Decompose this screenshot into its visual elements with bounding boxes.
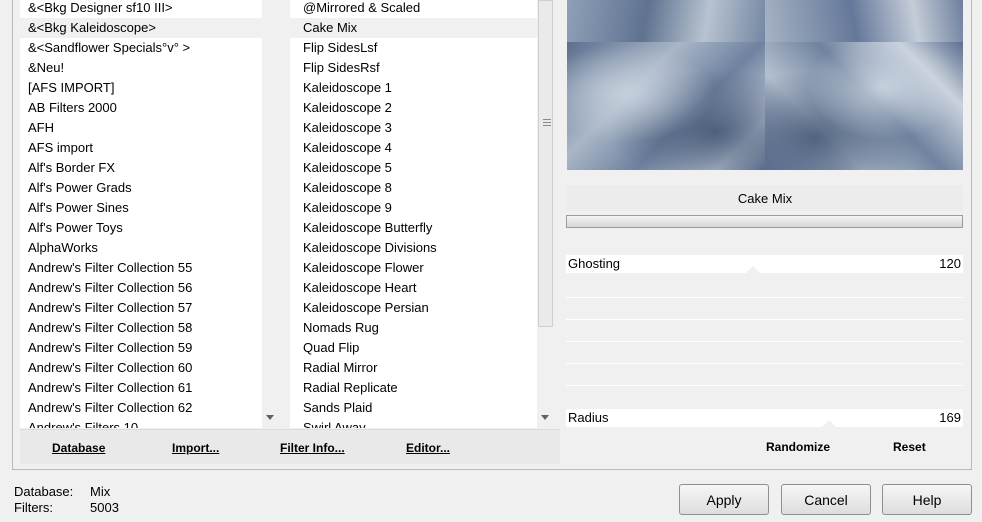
scroll-down-arrow-icon[interactable] (266, 415, 274, 420)
filter-list-item[interactable]: Kaleidoscope 9 (290, 198, 538, 218)
database-status-value: Mix (90, 484, 111, 499)
category-list-item[interactable]: Alf's Power Grads (20, 178, 262, 198)
ghosting-label: Ghosting (568, 256, 621, 271)
preview-tile (765, 42, 963, 170)
parameter-toolbar: Randomize Reset (566, 429, 963, 463)
filter-list-item[interactable]: Flip SidesLsf (290, 38, 538, 58)
parameter-panel: Ghosting 120 Radius 169 (566, 233, 963, 429)
category-list-item[interactable]: AB Filters 2000 (20, 98, 262, 118)
filter-list-item[interactable]: Kaleidoscope 4 (290, 138, 538, 158)
filter-list-item[interactable]: Kaleidoscope Butterfly (290, 218, 538, 238)
category-list[interactable]: &<Bkg Designer sf10 III> &<Bkg Kaleidosco… (20, 0, 262, 428)
category-list-item[interactable]: &Neu! (20, 58, 262, 78)
category-list-item[interactable]: Andrew's Filter Collection 58 (20, 318, 262, 338)
radius-value: 169 (939, 410, 961, 425)
category-list-item[interactable]: Andrew's Filter Collection 60 (20, 358, 262, 378)
filter-list-item[interactable]: Kaleidoscope 2 (290, 98, 538, 118)
filter-list-item[interactable]: Kaleidoscope Divisions (290, 238, 538, 258)
selected-filter-name: Cake Mix (567, 185, 963, 211)
filter-list-item[interactable]: Cake Mix (290, 18, 538, 38)
category-list-item[interactable]: AlphaWorks (20, 238, 262, 258)
filter-list-item[interactable]: Kaleidoscope 8 (290, 178, 538, 198)
apply-button[interactable]: Apply (679, 484, 769, 515)
category-items: &<Bkg Designer sf10 III> &<Bkg Kaleidosco… (20, 0, 262, 428)
preview-tile (567, 42, 765, 170)
filter-items: @Mirrored & Scaled Cake Mix Flip SidesLsf F… (290, 0, 538, 428)
category-list-item[interactable]: Alf's Border FX (20, 158, 262, 178)
category-list-item[interactable]: [AFS IMPORT] (20, 78, 262, 98)
category-list-item[interactable]: Andrew's Filter Collection 62 (20, 398, 262, 418)
filters-count-value: 5003 (90, 500, 119, 515)
status-info: Database: Mix Filters: 5003 (14, 484, 119, 516)
filter-scrollbar[interactable] (537, 0, 554, 428)
filter-list-item[interactable]: Kaleidoscope Heart (290, 278, 538, 298)
filter-list-item[interactable]: @Mirrored & Scaled (290, 0, 538, 18)
preview-tile (567, 0, 765, 42)
category-list-item[interactable]: Alf's Power Sines (20, 198, 262, 218)
database-status-label: Database: (14, 484, 74, 499)
slider-thumb-icon[interactable] (822, 420, 836, 427)
divider (566, 297, 963, 298)
category-list-item[interactable]: Andrew's Filters 10 (20, 418, 262, 428)
category-list-item[interactable]: Andrew's Filter Collection 57 (20, 298, 262, 318)
filter-list-item[interactable]: Nomads Rug (290, 318, 538, 338)
radius-slider[interactable]: Radius 169 (566, 409, 963, 427)
divider (566, 385, 963, 386)
ghosting-slider[interactable]: Ghosting 120 (566, 255, 963, 273)
category-list-item[interactable]: &<Sandflower Specials°v° > (20, 38, 262, 58)
editor-button[interactable]: Editor... (406, 441, 450, 455)
category-list-item[interactable]: Andrew's Filter Collection 61 (20, 378, 262, 398)
slider-thumb-icon[interactable] (746, 266, 760, 273)
preview-tile (765, 0, 963, 42)
category-list-item[interactable]: AFH (20, 118, 262, 138)
filter-info-button[interactable]: Filter Info... (280, 441, 345, 455)
filter-list-item[interactable]: Kaleidoscope Persian (290, 298, 538, 318)
ghosting-value: 120 (939, 256, 961, 271)
filter-list-item[interactable]: Radial Replicate (290, 378, 538, 398)
category-list-item[interactable]: &<Bkg Designer sf10 III> (20, 0, 262, 18)
randomize-button[interactable]: Randomize (766, 440, 830, 454)
category-list-item[interactable]: Andrew's Filter Collection 59 (20, 338, 262, 358)
database-button[interactable]: Database (52, 441, 105, 455)
help-button[interactable]: Help (882, 484, 972, 515)
preview-image[interactable] (567, 0, 963, 170)
filter-list-item[interactable]: Flip SidesRsf (290, 58, 538, 78)
category-list-item[interactable]: Alf's Power Toys (20, 218, 262, 238)
filter-list-item[interactable]: Swirl Away (290, 418, 538, 428)
filter-list-item[interactable]: Kaleidoscope Flower (290, 258, 538, 278)
radius-label: Radius (568, 410, 609, 425)
category-list-item[interactable]: AFS import (20, 138, 262, 158)
filter-list-item[interactable]: Quad Flip (290, 338, 538, 358)
progress-bar (566, 215, 963, 228)
filter-list-item[interactable]: Kaleidoscope 3 (290, 118, 538, 138)
reset-button[interactable]: Reset (893, 440, 926, 454)
list-toolbar: Database Import... Filter Info... Editor… (20, 429, 560, 464)
filter-list-item[interactable]: Sands Plaid (290, 398, 538, 418)
filters-count-label: Filters: (14, 500, 53, 515)
category-list-item[interactable]: &<Bkg Kaleidoscope> (20, 18, 262, 38)
filter-list-item[interactable]: Kaleidoscope 5 (290, 158, 538, 178)
filter-list-item[interactable]: Kaleidoscope 1 (290, 78, 538, 98)
filter-list[interactable]: @Mirrored & Scaled Cake Mix Flip SidesLsf F… (290, 0, 538, 428)
filter-list-item[interactable]: Radial Mirror (290, 358, 538, 378)
scroll-down-arrow-icon[interactable] (541, 415, 549, 420)
divider (566, 363, 963, 364)
category-scrollbar[interactable] (262, 0, 279, 428)
cancel-button[interactable]: Cancel (781, 484, 871, 515)
category-list-item[interactable]: Andrew's Filter Collection 56 (20, 278, 262, 298)
divider (566, 341, 963, 342)
filter-scroll-thumb[interactable] (538, 0, 553, 327)
import-button[interactable]: Import... (172, 441, 219, 455)
divider (566, 319, 963, 320)
category-list-item[interactable]: Andrew's Filter Collection 55 (20, 258, 262, 278)
grip-icon (543, 119, 551, 128)
